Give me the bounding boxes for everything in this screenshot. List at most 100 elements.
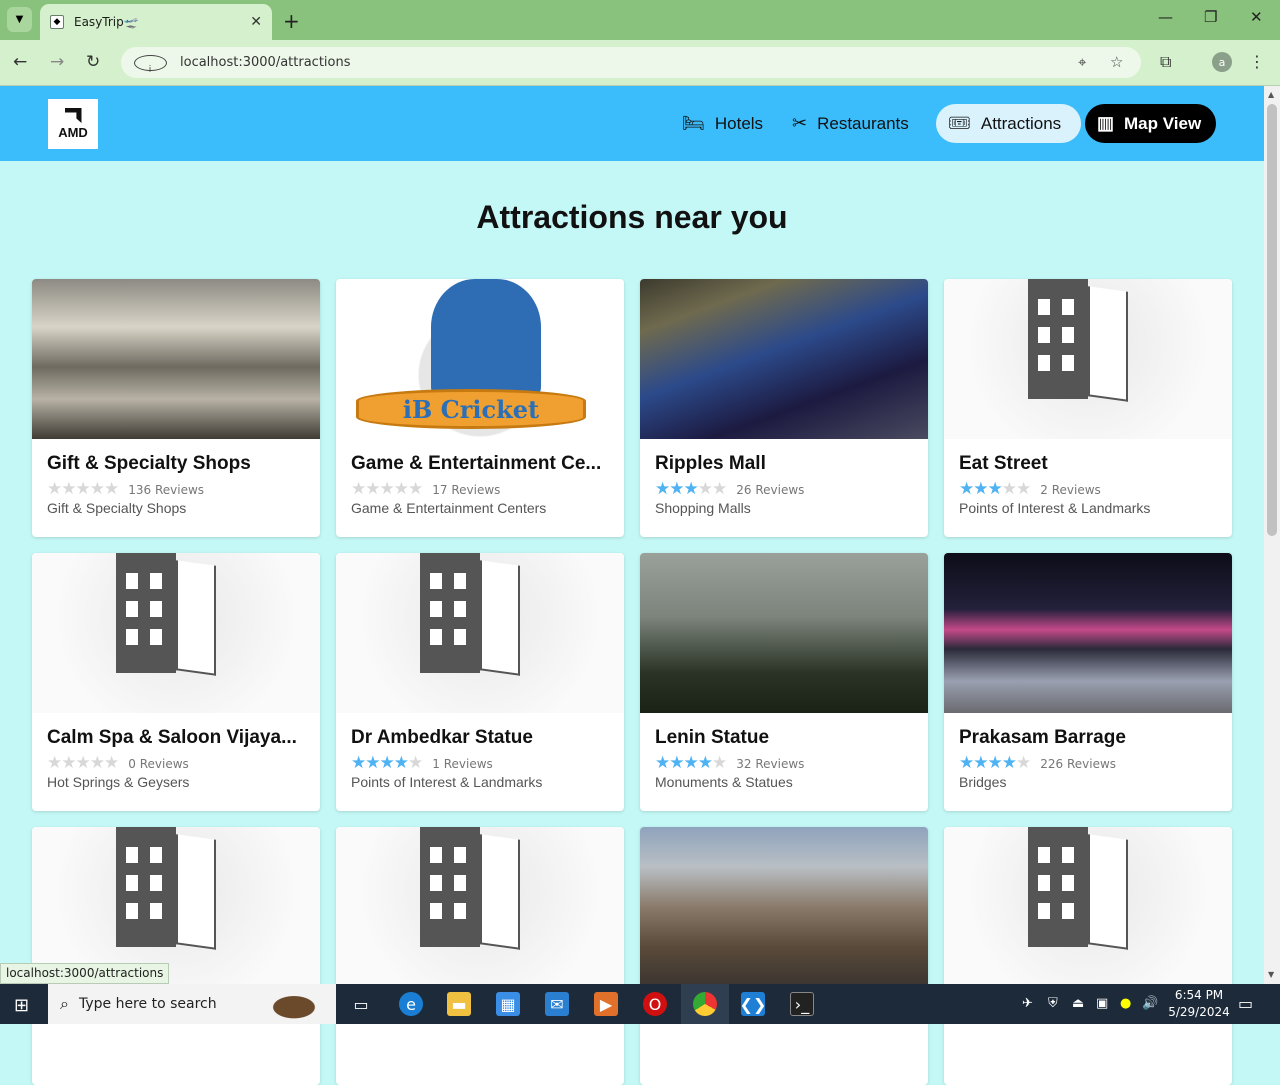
close-window-button[interactable]: ✕ [1250, 8, 1263, 26]
vscode-icon[interactable]: ❮❯ [740, 992, 766, 1016]
volume-icon[interactable]: 🔊 [1142, 996, 1158, 1011]
windows-start-icon[interactable]: ⊞ [14, 995, 29, 1016]
attraction-photo[interactable]: iB Cricket [336, 279, 624, 439]
attraction-photo[interactable] [336, 827, 624, 987]
card-info: Ripples Mall ★★★★★ 26 Reviews Shopping Mall… [640, 439, 928, 516]
nav-hotels[interactable]: 🛏 Hotels [670, 104, 775, 143]
tab-search-dropdown-button[interactable]: ▼ [7, 7, 32, 32]
map-view-button[interactable]: ▥ Map View [1085, 104, 1216, 143]
building-placeholder-icon [116, 553, 236, 693]
attraction-card[interactable]: Prakasam Barrage ★★★★★ 226 Reviews Bridges [944, 553, 1232, 811]
browser-menu-icon[interactable]: ⋮ [1249, 52, 1265, 71]
task-view-icon[interactable]: ▭ [349, 992, 373, 1016]
star-rating: ★★★★★ [655, 481, 727, 498]
scroll-up-icon[interactable]: ▲ [1268, 90, 1274, 99]
site-info-icon[interactable]: i [134, 54, 167, 75]
star-icon: ★ [89, 753, 105, 773]
store-icon[interactable]: ▦ [496, 992, 520, 1016]
scrollbar-thumb[interactable] [1267, 104, 1277, 536]
browser-tab[interactable]: ◆ EasyTrip🛫 ✕ [40, 4, 272, 40]
attraction-card[interactable]: Ripples Mall ★★★★★ 26 Reviews Shopping Mall… [640, 279, 928, 537]
attraction-category: Shopping Malls [655, 500, 751, 516]
minimize-button[interactable]: — [1158, 8, 1173, 26]
defender-tray-icon[interactable]: ⛨ [1048, 996, 1058, 1011]
nav-attractions[interactable]: 🎟 Attractions [936, 104, 1081, 143]
star-icon: ★ [987, 479, 1003, 499]
address-bar[interactable]: i localhost:3000/attractions ⌖ ☆ [121, 47, 1141, 78]
nav-hotels-label: Hotels [714, 113, 764, 133]
attraction-card[interactable] [32, 827, 320, 1085]
bed-icon: 🛏 [682, 113, 705, 133]
attraction-card[interactable] [944, 827, 1232, 1085]
extensions-icon[interactable]: ⧉ [1160, 52, 1171, 72]
terminal-icon[interactable]: ›_ [790, 992, 814, 1016]
attraction-card[interactable]: Gift & Specialty Shops ★★★★★ 136 Reviews Gi… [32, 279, 320, 537]
page-scrollbar[interactable]: ▲ ▼ [1264, 86, 1280, 984]
attraction-title[interactable]: Prakasam Barrage [959, 727, 1216, 751]
display-tray-icon[interactable]: ▣ [1096, 996, 1108, 1011]
nav-restaurants[interactable]: ✂ Restaurants [780, 104, 921, 143]
restore-button[interactable]: ❐ [1204, 8, 1217, 26]
ib-cricket-logo: iB Cricket [356, 389, 586, 429]
scroll-down-icon[interactable]: ▼ [1268, 970, 1274, 979]
star-icon: ★ [351, 479, 366, 499]
attraction-photo[interactable] [32, 553, 320, 713]
review-count: 136 Reviews [128, 482, 205, 497]
attraction-photo[interactable] [32, 279, 320, 439]
attraction-card[interactable]: Lenin Statue ★★★★★ 32 Reviews Monuments & S… [640, 553, 928, 811]
taskbar-search[interactable]: ⌕ Type here to search [48, 984, 336, 1024]
star-icon: ★ [973, 479, 988, 499]
attraction-title[interactable]: Dr Ambedkar Statue [351, 727, 608, 751]
attraction-photo[interactable] [640, 279, 928, 439]
attraction-title[interactable]: Ripples Mall [655, 453, 912, 477]
attraction-card[interactable]: Dr Ambedkar Statue ★★★★★ 1 Reviews Points o… [336, 553, 624, 811]
attraction-card[interactable] [336, 827, 624, 1085]
attraction-category: Game & Entertainment Centers [351, 500, 547, 516]
amd-logo[interactable]: AMD [48, 99, 98, 149]
close-tab-icon[interactable]: ✕ [250, 14, 262, 30]
location-icon[interactable]: ⌖ [1078, 53, 1086, 71]
attraction-card[interactable]: iB Cricket Game & Entertainment Ce... ★★★★… [336, 279, 624, 537]
attraction-card[interactable] [640, 827, 928, 1085]
reload-button[interactable]: ↻ [86, 52, 100, 72]
attraction-card[interactable]: Eat Street ★★★★★ 2 Reviews Points of Intere… [944, 279, 1232, 537]
media-player-icon[interactable]: ▶ [594, 992, 618, 1016]
attraction-category: Points of Interest & Landmarks [959, 500, 1151, 516]
attraction-title[interactable]: Calm Spa & Saloon Vijaya... [47, 727, 304, 751]
forward-button[interactable]: → [50, 52, 64, 72]
attraction-photo[interactable] [944, 279, 1232, 439]
attraction-card[interactable]: Calm Spa & Saloon Vijaya... ★★★★★ 0 Review… [32, 553, 320, 811]
edge-icon[interactable]: e [399, 992, 423, 1016]
card-info: Lenin Statue ★★★★★ 32 Reviews Monuments & S… [640, 713, 928, 790]
attraction-title[interactable]: Eat Street [959, 453, 1216, 477]
chrome-icon[interactable] [693, 992, 717, 1016]
new-tab-button[interactable]: + [283, 9, 300, 33]
attraction-photo[interactable] [944, 553, 1232, 713]
batsman-icon [431, 279, 541, 399]
usb-tray-icon[interactable]: ⏏ [1072, 996, 1084, 1011]
app-tray-icon[interactable]: ● [1120, 996, 1131, 1011]
mail-icon[interactable]: ✉ [545, 992, 569, 1016]
review-count: 17 Reviews [432, 482, 501, 497]
star-icon: ★ [1016, 753, 1031, 773]
profile-avatar[interactable]: a [1212, 52, 1232, 72]
file-explorer-icon[interactable]: ▬ [447, 992, 471, 1016]
attraction-photo[interactable] [640, 553, 928, 713]
star-icon: ★ [89, 479, 105, 499]
attraction-photo[interactable] [336, 553, 624, 713]
back-button[interactable]: ← [13, 52, 27, 72]
notifications-icon[interactable]: ▭ [1238, 994, 1253, 1013]
building-placeholder-icon [420, 553, 540, 693]
attraction-title[interactable]: Lenin Statue [655, 727, 912, 751]
opera-icon[interactable]: O [643, 992, 667, 1016]
attraction-title[interactable]: Gift & Specialty Shops [47, 453, 304, 477]
attraction-photo[interactable] [944, 827, 1232, 987]
app-header: AMD 🛏 Hotels ✂ Restaurants 🎟 Attractions… [0, 86, 1264, 161]
attraction-photo[interactable] [640, 827, 928, 987]
star-icon: ★ [393, 753, 409, 773]
card-info: Calm Spa & Saloon Vijaya... ★★★★★ 0 Review… [32, 713, 320, 790]
attraction-title[interactable]: Game & Entertainment Ce... [351, 453, 608, 477]
network-tray-icon[interactable]: ✈ [1022, 996, 1033, 1011]
bookmark-star-icon[interactable]: ☆ [1110, 53, 1123, 71]
taskbar-clock[interactable]: 6:54 PM 5/29/2024 [1164, 987, 1234, 1021]
